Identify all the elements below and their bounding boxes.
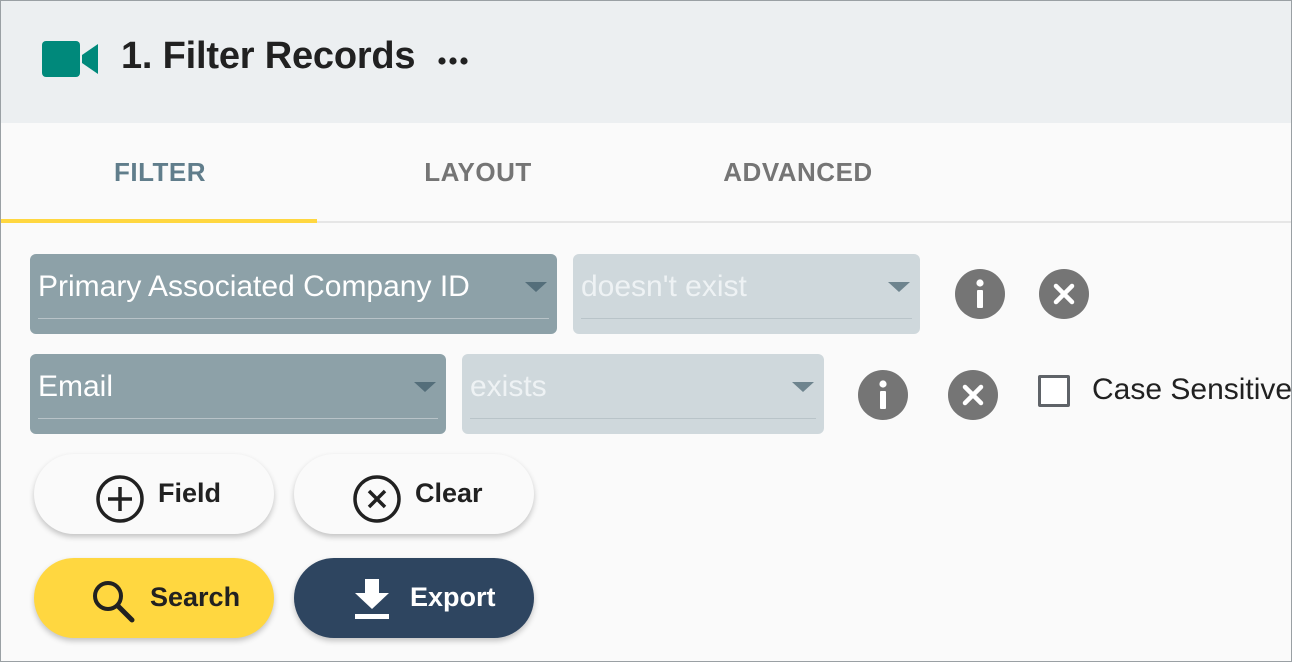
tab-layout[interactable]: LAYOUT xyxy=(319,123,637,221)
info-icon[interactable] xyxy=(954,268,1006,320)
search-icon xyxy=(93,581,135,623)
tab-active-indicator xyxy=(1,219,317,223)
export-button[interactable]: Export xyxy=(294,558,534,638)
filter-records-panel: 1. Filter Records FILTER LAYOUT ADVANCED… xyxy=(0,0,1292,662)
page-title: 1. Filter Records xyxy=(121,35,416,77)
field-select-1[interactable]: Primary Associated Company ID xyxy=(30,254,557,334)
tab-bar: FILTER LAYOUT ADVANCED xyxy=(1,123,1291,223)
add-field-button[interactable]: Field xyxy=(34,454,274,534)
select-underline xyxy=(581,318,912,319)
operator-select-2[interactable]: exists xyxy=(462,354,824,434)
panel-header: 1. Filter Records xyxy=(1,1,1291,123)
case-sensitive-label: Case Sensitive xyxy=(1092,373,1292,406)
field-select-2[interactable]: Email xyxy=(30,354,446,434)
search-label: Search xyxy=(150,582,241,612)
chevron-down-icon xyxy=(888,282,910,292)
select-underline xyxy=(38,318,549,319)
remove-filter-icon[interactable] xyxy=(1038,268,1090,320)
clear-label: Clear xyxy=(415,478,483,508)
field-select-1-value: Primary Associated Company ID xyxy=(38,270,470,303)
clear-button[interactable]: Clear xyxy=(294,454,534,534)
video-camera-icon xyxy=(42,41,98,77)
info-icon[interactable] xyxy=(857,369,909,421)
case-sensitive-checkbox[interactable] xyxy=(1038,375,1070,407)
tab-layout-label: LAYOUT xyxy=(424,157,532,187)
chevron-down-icon xyxy=(414,382,436,392)
operator-select-2-value: exists xyxy=(470,370,547,403)
more-horizontal-icon[interactable] xyxy=(438,56,468,66)
tab-advanced-label: ADVANCED xyxy=(723,157,873,187)
operator-select-1-value: doesn't exist xyxy=(581,270,747,303)
tab-advanced[interactable]: ADVANCED xyxy=(639,123,957,221)
search-button[interactable]: Search xyxy=(34,558,274,638)
clear-circle-icon xyxy=(353,475,401,523)
chevron-down-icon xyxy=(525,282,547,292)
tab-filter[interactable]: FILTER xyxy=(1,123,319,223)
add-circle-icon xyxy=(96,475,144,523)
remove-filter-icon[interactable] xyxy=(947,369,999,421)
export-label: Export xyxy=(410,582,496,612)
add-field-label: Field xyxy=(158,478,222,508)
select-underline xyxy=(38,418,438,419)
operator-select-1[interactable]: doesn't exist xyxy=(573,254,920,334)
chevron-down-icon xyxy=(792,382,814,392)
field-select-2-value: Email xyxy=(38,370,114,403)
select-underline xyxy=(470,418,816,419)
download-icon xyxy=(355,579,389,619)
tab-filter-label: FILTER xyxy=(113,157,207,187)
